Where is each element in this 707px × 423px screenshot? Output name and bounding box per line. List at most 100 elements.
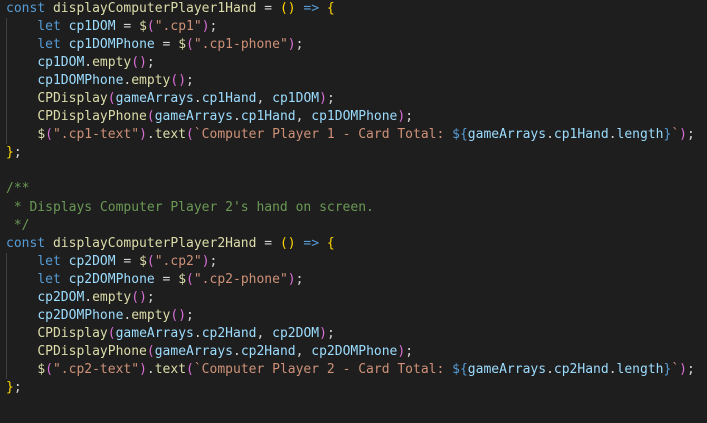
- code-token-comment: */: [6, 217, 30, 233]
- code-token-string: `Computer Player 2 - Card Total:: [193, 361, 453, 377]
- code-line[interactable]: };: [0, 379, 707, 397]
- code-line[interactable]: let cp1DOM = $(".cp1");: [0, 18, 707, 37]
- code-token-plain: =: [154, 271, 179, 287]
- code-line[interactable]: ​: [0, 162, 707, 180]
- code-token-var: cp2DOM: [37, 289, 85, 305]
- code-token-bracket1: (): [279, 235, 296, 251]
- code-line[interactable]: $(".cp1-text").text(`Computer Player 1 -…: [0, 126, 707, 145]
- code-line[interactable]: /**: [0, 180, 707, 198]
- code-token-var: cp2Hand: [553, 361, 609, 377]
- code-line[interactable]: CPDisplayPhone(gameArrays.cp2Hand, cp2DO…: [0, 342, 707, 361]
- code-token-string: ".cp2": [154, 253, 202, 269]
- code-token-plain: ;: [326, 325, 335, 341]
- code-token-plain: ;: [686, 361, 695, 377]
- code-token-plain: =: [154, 37, 179, 53]
- code-token-plain: .: [608, 361, 617, 377]
- code-line[interactable]: cp2DOMPhone.empty();: [0, 306, 707, 325]
- code-token-plain: =: [256, 235, 280, 251]
- code-token-bracket2: (: [146, 19, 155, 35]
- code-token-func: $: [139, 253, 147, 269]
- code-token-func: displayComputerPlayer2Hand: [52, 235, 257, 251]
- code-lines[interactable]: const displayComputerPlayer1Hand = () =>…: [0, 0, 707, 415]
- code-token-var: cp2DOM: [272, 325, 320, 341]
- code-line[interactable]: cp1DOM.empty();: [0, 54, 707, 73]
- code-token-plain: ;: [295, 37, 304, 53]
- code-token-func: $: [178, 37, 187, 53]
- code-token-func: empty: [131, 307, 171, 323]
- code-token-plain: ;: [146, 55, 155, 71]
- code-line[interactable]: const displayComputerPlayer2Hand = () =>…: [0, 235, 707, 253]
- code-token-var: cp2DOMPhone: [37, 307, 124, 323]
- code-line[interactable]: $(".cp2-text").text(`Computer Player 2 -…: [0, 360, 707, 379]
- code-token-func: displayComputerPlayer1Hand: [52, 1, 257, 16]
- code-token-keyword: =>: [295, 1, 327, 16]
- code-token-bracket2: (: [186, 37, 194, 53]
- indent-guide: [6, 306, 7, 325]
- code-token-var: cp1DOM: [37, 55, 85, 71]
- code-token-keyword: const: [6, 1, 53, 16]
- code-token-interp: ${: [452, 361, 468, 377]
- code-line[interactable]: let cp2DOMPhone = $(".cp2-phone");: [0, 270, 707, 289]
- code-token-bracket2: ): [201, 253, 210, 269]
- indent-guide: [6, 342, 7, 361]
- code-token-bracket2: ): [679, 127, 687, 143]
- code-token-plain: .: [146, 361, 155, 377]
- code-line[interactable]: const displayComputerPlayer1Hand = () =>…: [0, 0, 707, 18]
- code-token-plain: ,: [295, 109, 312, 125]
- indent-guide: [6, 72, 7, 91]
- code-token-plain: ;: [186, 73, 194, 89]
- code-token-bracket2: (: [186, 361, 194, 377]
- code-line[interactable]: CPDisplay(gameArrays.cp2Hand, cp2DOM);: [0, 324, 707, 343]
- code-line[interactable]: ​: [0, 397, 707, 415]
- code-token-plain: .: [233, 109, 241, 125]
- code-editor[interactable]: const displayComputerPlayer1Hand = () =>…: [0, 0, 707, 423]
- code-token-plain: ,: [256, 325, 273, 341]
- code-line[interactable]: cp2DOM.empty();: [0, 288, 707, 307]
- code-token-var: cp2Hand: [201, 325, 257, 341]
- code-token-func: CPDisplay: [37, 91, 108, 107]
- code-token-bracket2: (: [107, 325, 116, 341]
- code-token-plain: ;: [405, 343, 414, 359]
- code-token-var: cp1DOMPhone: [37, 73, 124, 89]
- code-line[interactable]: };: [0, 144, 707, 162]
- indent-guide: [6, 108, 7, 127]
- indent-guide: [6, 324, 7, 343]
- code-token-func: $: [37, 361, 46, 377]
- code-token-var: cp2DOMPhone: [311, 343, 398, 359]
- code-token-plain: ;: [295, 271, 304, 287]
- code-token-var: cp2DOM: [68, 253, 116, 269]
- code-token-bracket2: (: [107, 91, 116, 107]
- code-token-var: cp1DOMPhone: [68, 37, 155, 53]
- indent-guide: [6, 36, 7, 55]
- code-token-bracket1: }: [6, 379, 14, 395]
- indent-guide: [6, 54, 7, 73]
- code-line[interactable]: let cp1DOMPhone = $(".cp1-phone");: [0, 36, 707, 55]
- code-token-string: `: [671, 127, 680, 143]
- code-token-plain: ;: [13, 379, 22, 395]
- indent-guide: [6, 18, 7, 37]
- code-token-func: empty: [131, 73, 171, 89]
- code-token-plain: ;: [686, 127, 695, 143]
- code-token-plain: .: [608, 127, 617, 143]
- code-token-plain: ;: [13, 145, 22, 161]
- code-token-plain: ;: [326, 91, 335, 107]
- code-token-plain: ;: [186, 307, 194, 323]
- code-token-bracket1: (): [279, 1, 296, 16]
- code-line[interactable]: * Displays Computer Player 2's hand on s…: [0, 199, 707, 217]
- code-token-plain: .: [546, 361, 554, 377]
- code-token-string: ".cp2-text": [52, 361, 140, 377]
- code-line[interactable]: */: [0, 217, 707, 235]
- code-token-plain: .: [233, 343, 241, 359]
- code-token-keyword: let: [37, 37, 69, 53]
- code-line[interactable]: let cp2DOM = $(".cp2");: [0, 252, 707, 271]
- code-token-plain: =: [115, 19, 140, 35]
- code-token-func: $: [178, 271, 187, 287]
- code-line[interactable]: cp1DOMPhone.empty();: [0, 72, 707, 91]
- code-token-bracket2: (: [45, 361, 53, 377]
- code-line[interactable]: CPDisplay(gameArrays.cp1Hand, cp1DOM);: [0, 90, 707, 109]
- code-line[interactable]: CPDisplayPhone(gameArrays.cp1Hand, cp1DO…: [0, 108, 707, 127]
